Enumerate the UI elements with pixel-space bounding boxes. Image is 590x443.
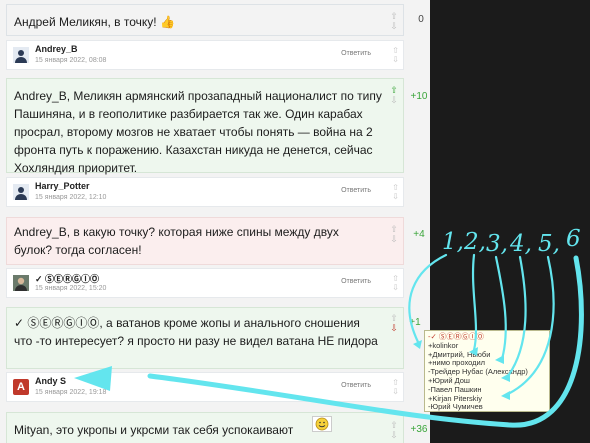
annotation-number: 5, — [538, 231, 560, 257]
annotation-overlay: 1, 2, 3, 4, 5, 6 — [74, 226, 584, 428]
annotation-number: 6 — [566, 226, 581, 252]
annotation-arrow-6 — [147, 255, 584, 428]
annotation-arrow-5 — [506, 255, 555, 396]
annotation-arrow-1 — [408, 253, 448, 344]
annotation-arrow-2 — [471, 253, 478, 352]
annotation-number: 1, — [442, 229, 464, 255]
arrow-heads — [413, 340, 510, 400]
annotation-number: 4, — [509, 231, 532, 257]
annotation-arrow-3 — [494, 255, 507, 361]
annotation-number: 2, — [463, 229, 486, 255]
annotation-number: 3, — [486, 231, 508, 257]
arrow-head-icon — [74, 366, 112, 391]
annotation-arrows — [408, 253, 555, 396]
annotation-arrow-4 — [506, 255, 527, 378]
